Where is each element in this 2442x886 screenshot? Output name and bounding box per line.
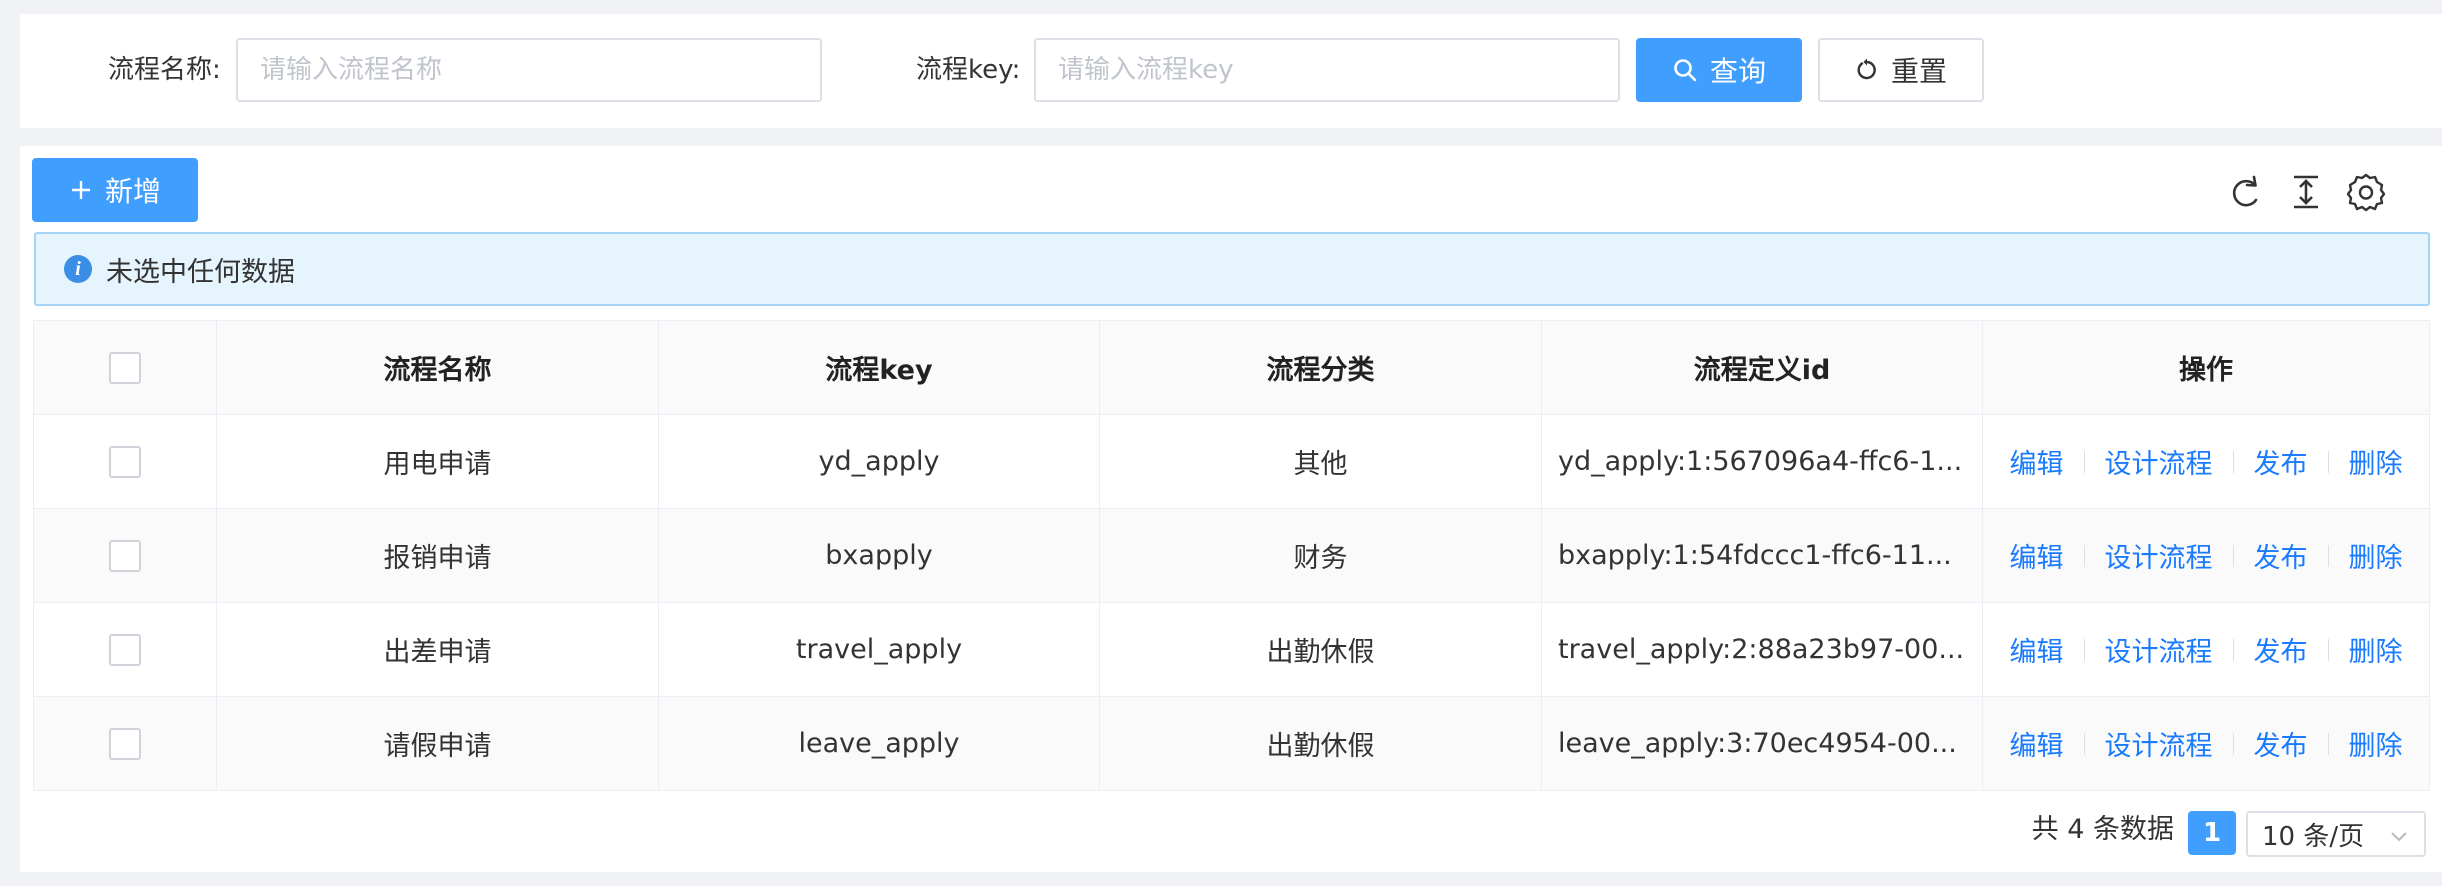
cell-name: 用电申请: [216, 414, 659, 509]
divider: [2327, 544, 2329, 567]
process-key-input[interactable]: 请输入流程key: [1034, 38, 1620, 102]
divider: [2083, 638, 2085, 661]
cell-key: yd_apply: [658, 414, 1100, 509]
delete-link[interactable]: 删除: [2349, 442, 2403, 481]
cell-key: bxapply: [658, 508, 1100, 603]
divider: [2083, 732, 2085, 755]
cell-category: 财务: [1099, 508, 1542, 603]
delete-link[interactable]: 删除: [2349, 630, 2403, 669]
add-button[interactable]: 新增: [32, 158, 198, 222]
row-select-cell: [33, 414, 217, 509]
cell-key: travel_apply: [658, 602, 1100, 697]
column-header-actions: 操作: [1982, 320, 2430, 415]
reset-button-label: 重置: [1890, 55, 1947, 88]
pagination-total: 共 4 条数据: [2031, 814, 2174, 845]
selection-alert-text: 未选中任何数据: [106, 256, 295, 288]
cell-actions: 编辑 设计流程 发布 删除: [1982, 508, 2430, 603]
table-row: 请假申请 leave_apply 出勤休假 leave_apply:3:70ec…: [33, 696, 2430, 791]
design-link[interactable]: 设计流程: [2105, 630, 2213, 669]
row-checkbox[interactable]: [109, 539, 141, 572]
cell-definition-id: bxapply:1:54fdccc1-ffc6-11...: [1541, 508, 1983, 603]
cell-name: 出差申请: [216, 602, 659, 697]
pagination-page-1[interactable]: 1: [2188, 811, 2236, 855]
design-link[interactable]: 设计流程: [2105, 442, 2213, 481]
cell-key: leave_apply: [658, 696, 1100, 791]
row-checkbox[interactable]: [109, 727, 141, 760]
query-button-label: 查询: [1709, 55, 1766, 88]
process-name-input[interactable]: 请输入流程名称: [236, 38, 822, 102]
row-checkbox[interactable]: [109, 633, 141, 666]
select-all-cell: [33, 320, 217, 415]
select-all-checkbox[interactable]: [109, 351, 141, 384]
divider: [2232, 638, 2234, 661]
row-checkbox[interactable]: [109, 445, 141, 478]
cell-category: 出勤休假: [1099, 696, 1542, 791]
divider: [2232, 450, 2234, 473]
cell-actions: 编辑 设计流程 发布 删除: [1982, 602, 2430, 697]
info-icon: i: [64, 255, 92, 283]
cell-definition-id: yd_apply:1:567096a4-ffc6-1...: [1541, 414, 1983, 509]
publish-link[interactable]: 发布: [2254, 442, 2308, 481]
selection-alert: i 未选中任何数据: [34, 232, 2430, 306]
column-header-key[interactable]: 流程key: [658, 320, 1100, 415]
reset-button[interactable]: 重置: [1818, 38, 1984, 102]
chevron-down-icon: [2388, 824, 2410, 854]
cell-name: 请假申请: [216, 696, 659, 791]
column-header-category[interactable]: 流程分类: [1099, 320, 1542, 415]
refresh-icon[interactable]: [2226, 172, 2266, 212]
row-select-cell: [33, 602, 217, 697]
reset-icon: [1855, 58, 1879, 82]
row-select-cell: [33, 508, 217, 603]
publish-link[interactable]: 发布: [2254, 630, 2308, 669]
process-key-label: 流程key:: [916, 55, 1021, 85]
page-size-value: 10 条/页: [2262, 821, 2365, 852]
table-row: 用电申请 yd_apply 其他 yd_apply:1:567096a4-ffc…: [33, 414, 2430, 509]
delete-link[interactable]: 删除: [2349, 724, 2403, 763]
cell-name: 报销申请: [216, 508, 659, 603]
divider: [2083, 450, 2085, 473]
design-link[interactable]: 设计流程: [2105, 724, 2213, 763]
process-name-label: 流程名称:: [108, 55, 221, 85]
column-header-name[interactable]: 流程名称: [216, 320, 659, 415]
cell-definition-id: leave_apply:3:70ec4954-00...: [1541, 696, 1983, 791]
column-header-definition-id[interactable]: 流程定义id: [1541, 320, 1983, 415]
search-panel: 流程名称: 请输入流程名称 流程key: 请输入流程key 查询 重置: [20, 14, 2442, 128]
table-header-row: 流程名称 流程key 流程分类 流程定义id 操作: [33, 320, 2430, 415]
row-select-cell: [33, 696, 217, 791]
design-link[interactable]: 设计流程: [2105, 536, 2213, 575]
table-row: 出差申请 travel_apply 出勤休假 travel_apply:2:88…: [33, 602, 2430, 697]
edit-link[interactable]: 编辑: [2010, 442, 2064, 481]
divider: [2327, 732, 2329, 755]
cell-category: 出勤休假: [1099, 602, 1542, 697]
process-table: 流程名称 流程key 流程分类 流程定义id 操作 用电申请 yd_apply …: [33, 320, 2430, 791]
add-button-label: 新增: [104, 175, 161, 208]
publish-link[interactable]: 发布: [2254, 536, 2308, 575]
process-name-placeholder: 请输入流程名称: [260, 55, 443, 85]
divider: [2083, 544, 2085, 567]
plus-icon: [69, 178, 93, 202]
divider: [2232, 544, 2234, 567]
process-key-placeholder: 请输入流程key: [1058, 55, 1234, 85]
query-button[interactable]: 查询: [1636, 38, 1802, 102]
settings-icon[interactable]: [2346, 172, 2386, 212]
publish-link[interactable]: 发布: [2254, 724, 2308, 763]
page-size-select[interactable]: 10 条/页: [2246, 811, 2426, 857]
cell-definition-id: travel_apply:2:88a23b97-00...: [1541, 602, 1983, 697]
column-height-icon[interactable]: [2286, 172, 2326, 212]
divider: [2232, 732, 2234, 755]
delete-link[interactable]: 删除: [2349, 536, 2403, 575]
table-row: 报销申请 bxapply 财务 bxapply:1:54fdccc1-ffc6-…: [33, 508, 2430, 603]
cell-actions: 编辑 设计流程 发布 删除: [1982, 414, 2430, 509]
edit-link[interactable]: 编辑: [2010, 724, 2064, 763]
edit-link[interactable]: 编辑: [2010, 630, 2064, 669]
edit-link[interactable]: 编辑: [2010, 536, 2064, 575]
divider: [2327, 638, 2329, 661]
divider: [2327, 450, 2329, 473]
cell-category: 其他: [1099, 414, 1542, 509]
cell-actions: 编辑 设计流程 发布 删除: [1982, 696, 2430, 791]
search-icon: [1672, 57, 1698, 83]
table-panel: 新增 i 未选中任何数据 流程名称 流程key 流程分类 流程定义id 操作 用…: [20, 146, 2442, 872]
